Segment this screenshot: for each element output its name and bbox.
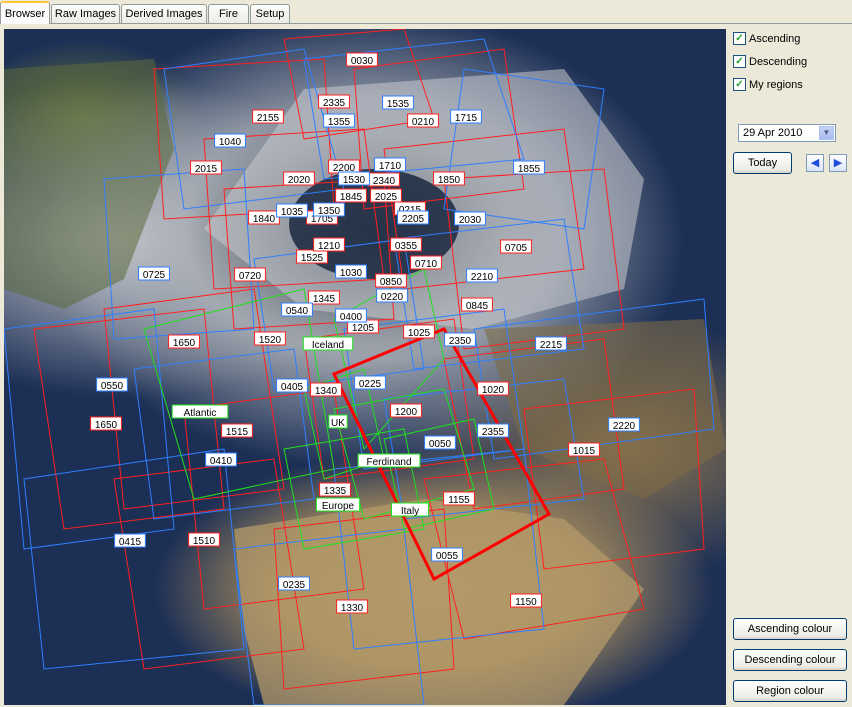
descending-colour-button[interactable]: Descending colour xyxy=(733,649,847,671)
ascending-time-label[interactable]: 0705 xyxy=(505,243,528,254)
tab-bar: Browser Raw Images Derived Images Fire S… xyxy=(0,0,852,26)
my-regions-label: My regions xyxy=(749,79,803,91)
descending-time-label[interactable]: 0220 xyxy=(381,292,404,303)
descending-time-label[interactable]: 0550 xyxy=(101,381,124,392)
descending-time-label[interactable]: 1710 xyxy=(379,161,402,172)
date-value: 29 Apr 2010 xyxy=(743,127,803,139)
descending-time-label[interactable]: 1035 xyxy=(281,207,304,218)
region-label[interactable]: Italy xyxy=(401,506,419,517)
ascending-time-label[interactable]: 1510 xyxy=(193,536,216,547)
region-label[interactable]: Europe xyxy=(322,501,355,512)
check-icon[interactable]: ✓ xyxy=(733,31,746,45)
region-label[interactable]: UK xyxy=(331,418,345,429)
descending-label: Descending xyxy=(749,56,808,68)
descending-time-label[interactable]: 2210 xyxy=(471,272,494,283)
tab-derived-images[interactable]: Derived Images xyxy=(121,4,207,23)
ascending-time-label[interactable]: 0710 xyxy=(415,259,438,270)
descending-time-label[interactable]: 0225 xyxy=(359,379,382,390)
descending-time-label[interactable]: 1715 xyxy=(455,113,478,124)
ascending-time-label[interactable]: 1650 xyxy=(95,420,118,431)
descending-time-label[interactable]: 0410 xyxy=(210,456,233,467)
left-arrow-icon[interactable]: ◀ xyxy=(806,154,824,172)
descending-time-label[interactable]: 1855 xyxy=(518,164,541,175)
tab-divider xyxy=(0,23,852,24)
descending-time-label[interactable]: 1535 xyxy=(387,99,410,110)
chevron-down-icon[interactable]: ▼ xyxy=(819,126,834,140)
descending-time-label[interactable]: 1530 xyxy=(343,175,366,186)
descending-checkbox[interactable]: ✓ Descending xyxy=(733,54,807,70)
pass-overlay[interactable]: 003023352155 02102015202022002340 18501845… xyxy=(4,29,726,705)
tab-fire[interactable]: Fire xyxy=(208,4,249,23)
right-arrow-icon[interactable]: ▶ xyxy=(829,154,847,172)
descending-time-label[interactable]: 1350 xyxy=(318,206,341,217)
descending-time-label[interactable]: 1040 xyxy=(219,137,242,148)
ascending-label: Ascending xyxy=(749,33,801,45)
ascending-time-label[interactable]: 1335 xyxy=(324,486,347,497)
descending-time-label[interactable]: 0725 xyxy=(143,270,166,281)
ascending-time-label[interactable]: 2015 xyxy=(195,164,218,175)
descending-time-label[interactable]: 0405 xyxy=(281,382,304,393)
descending-time-label[interactable]: 2030 xyxy=(459,215,482,226)
check-icon[interactable]: ✓ xyxy=(733,77,746,91)
ascending-time-label[interactable]: 1840 xyxy=(253,214,276,225)
ascending-time-label[interactable]: 0030 xyxy=(351,56,374,67)
descending-time-label[interactable]: 1355 xyxy=(328,117,351,128)
descending-time-label[interactable]: 0235 xyxy=(283,580,306,591)
ascending-time-label[interactable]: 0720 xyxy=(239,271,262,282)
descending-time-label[interactable]: 0540 xyxy=(286,306,309,317)
ascending-time-label[interactable]: 2020 xyxy=(288,175,311,186)
ascending-time-label[interactable]: 2155 xyxy=(257,113,280,124)
descending-time-label[interactable]: 2220 xyxy=(613,421,636,432)
region-label[interactable]: Iceland xyxy=(312,340,344,351)
ascending-time-label[interactable]: 1520 xyxy=(259,335,282,346)
ascending-time-label[interactable]: 1515 xyxy=(226,427,249,438)
ascending-time-label[interactable]: 1205 xyxy=(352,323,375,334)
descending-time-label[interactable]: 0400 xyxy=(340,312,363,323)
tab-raw-images[interactable]: Raw Images xyxy=(51,4,120,23)
date-picker[interactable]: 29 Apr 2010 ▼ xyxy=(738,124,836,142)
descending-time-label[interactable]: 2205 xyxy=(402,214,425,225)
ascending-time-label[interactable]: 2025 xyxy=(375,192,398,203)
land-africa xyxy=(234,499,644,705)
ascending-time-label[interactable]: 1150 xyxy=(515,597,537,608)
descending-time-label[interactable]: 2350 xyxy=(449,336,472,347)
satellite-map[interactable]: 0030 2335 2155 0210 2015 2020 2200 2340 1850 1845… xyxy=(4,29,726,705)
ascending-checkbox[interactable]: ✓ Ascending xyxy=(733,31,800,47)
descending-time-label[interactable]: 0055 xyxy=(436,551,459,562)
ascending-time-label[interactable]: 1015 xyxy=(573,446,596,457)
ascending-time-label[interactable]: 1330 xyxy=(341,603,364,614)
ascending-time-label[interactable]: 1025 xyxy=(408,328,431,339)
descending-time-label[interactable]: 1030 xyxy=(340,268,363,279)
descending-time-label[interactable]: 0415 xyxy=(119,537,142,548)
my-regions-checkbox[interactable]: ✓ My regions xyxy=(733,77,803,93)
check-icon[interactable]: ✓ xyxy=(733,54,746,68)
today-button[interactable]: Today xyxy=(733,152,792,174)
ascending-time-label[interactable]: 1210 xyxy=(318,241,341,252)
descending-time-label[interactable]: 2215 xyxy=(540,340,563,351)
descending-time-label[interactable]: 0050 xyxy=(429,439,452,450)
ascending-time-label[interactable]: 2340 xyxy=(373,176,396,187)
ascending-time-label[interactable]: 1345 xyxy=(313,294,336,305)
tab-browser[interactable]: Browser xyxy=(0,1,50,24)
ascending-time-label[interactable]: 1525 xyxy=(301,253,324,264)
ascending-time-label[interactable]: 0210 xyxy=(412,117,435,128)
tab-setup[interactable]: Setup xyxy=(250,4,290,23)
ascending-time-label[interactable]: 1340 xyxy=(315,386,338,397)
descending-time-label[interactable]: 2355 xyxy=(482,427,505,438)
region-label[interactable]: Atlantic xyxy=(184,408,217,419)
ascending-time-label[interactable]: 1020 xyxy=(482,385,505,396)
ascending-time-label[interactable]: 0850 xyxy=(380,277,403,288)
ascending-time-label[interactable]: 1200 xyxy=(395,407,418,418)
region-label[interactable]: Ferdinand xyxy=(366,457,411,468)
region-colour-button[interactable]: Region colour xyxy=(733,680,847,702)
ascending-colour-button[interactable]: Ascending colour xyxy=(733,618,847,640)
ascending-time-label[interactable]: 1845 xyxy=(340,192,363,203)
ascending-time-label[interactable]: 2335 xyxy=(323,98,346,109)
ascending-time-label[interactable]: 0845 xyxy=(466,301,489,312)
ascending-time-label[interactable]: 0355 xyxy=(395,241,418,252)
ascending-time-label[interactable]: 1155 xyxy=(448,495,470,506)
ascending-time-label[interactable]: 1850 xyxy=(438,175,461,186)
ascending-time-label[interactable]: 1650 xyxy=(173,338,196,349)
